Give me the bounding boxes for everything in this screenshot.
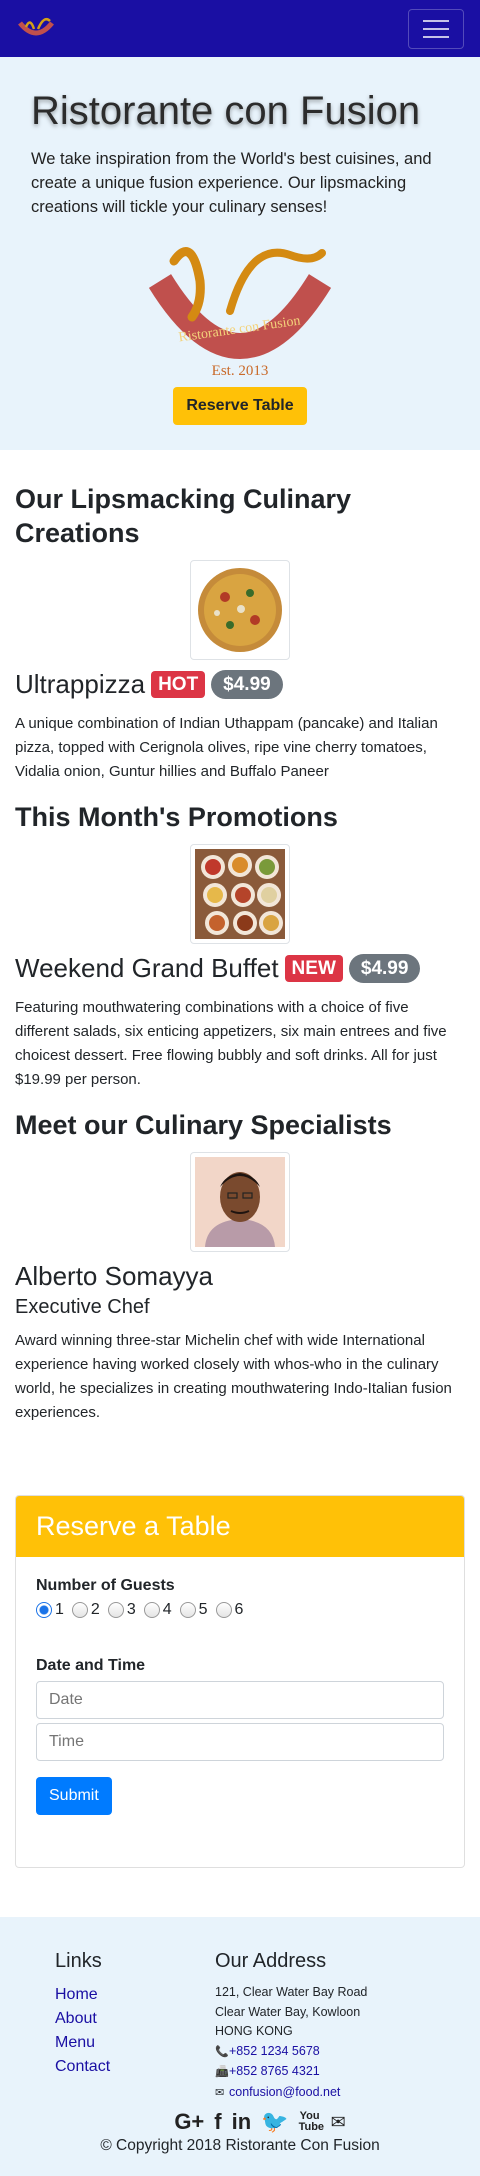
- reserve-table-button[interactable]: Reserve Table: [173, 387, 307, 425]
- hamburger-menu-icon[interactable]: [408, 8, 464, 49]
- guests-label: Number of Guests: [36, 1577, 175, 1594]
- email-link[interactable]: confusion@food.net: [229, 2085, 340, 2099]
- phone-row: 📞+852 1234 5678: [215, 2042, 465, 2063]
- dish-description: A unique combination of Indian Uthappam …: [15, 715, 438, 780]
- jumbotron: Ristorante con Fusion We take inspiratio…: [0, 57, 480, 450]
- guests-radio-group: 1 2 3 4 5 6: [36, 1601, 444, 1619]
- dish-badge: HOT: [151, 670, 206, 698]
- guests-radio-3[interactable]: 3: [107, 1601, 136, 1619]
- footer: Links Home About Menu Contact Our Addres…: [0, 1917, 480, 2176]
- radio-icon[interactable]: [143, 1602, 160, 1618]
- address-line: 121, Clear Water Bay Road: [215, 1985, 368, 1999]
- leader-photo: [190, 1152, 290, 1252]
- guests-radio-4[interactable]: 4: [143, 1601, 172, 1619]
- footer-links-title: Links: [55, 1950, 102, 1972]
- dish-section-title: Our Lipsmacking Culinary Creations: [15, 484, 352, 548]
- footer-link-home[interactable]: Home: [55, 1983, 215, 2007]
- reserve-card-header: Reserve a Table: [16, 1496, 464, 1557]
- guests-option-label: 6: [234, 1601, 244, 1618]
- mail-icon[interactable]: ✉: [331, 2112, 346, 2133]
- guests-option-label: 4: [162, 1601, 172, 1618]
- footer-link-list: Home About Menu Contact: [55, 1983, 215, 2079]
- radio-icon[interactable]: [71, 1602, 88, 1618]
- reserve-card-title: Reserve a Table: [36, 1511, 231, 1541]
- footer-link-menu[interactable]: Menu: [55, 2031, 215, 2055]
- footer-columns: Links Home About Menu Contact Our Addres…: [0, 1949, 480, 2103]
- linkedin-icon[interactable]: in: [232, 2109, 252, 2135]
- promo-heading: Weekend Grand Buffet NEW $4.99: [15, 952, 465, 984]
- radio-icon[interactable]: [107, 1602, 124, 1618]
- envelope-icon: ✉: [215, 2086, 225, 2099]
- navbar: [0, 0, 480, 57]
- guests-radio-1[interactable]: 1: [36, 1601, 64, 1619]
- phone-icon: 📞: [215, 2045, 229, 2058]
- promo-section-title: This Month's Promotions: [15, 802, 338, 832]
- datetime-label: Date and Time: [36, 1657, 146, 1674]
- guests-radio-5[interactable]: 5: [179, 1601, 208, 1619]
- restaurant-logo-icon[interactable]: [16, 13, 56, 45]
- dish-image: [190, 560, 290, 660]
- reserve-card: Reserve a Table Number of Guests 1 2 3 4…: [15, 1495, 465, 1868]
- hero-logo-est: Est. 2013: [212, 363, 269, 379]
- footer-links: Links Home About Menu Contact: [55, 1949, 215, 2103]
- reserve-form: Number of Guests 1 2 3 4 5 6 Date and Ti…: [16, 1557, 464, 1835]
- address-line: Clear Water Bay, Kowloon: [215, 2004, 361, 2019]
- google-plus-icon[interactable]: G+: [174, 2109, 204, 2135]
- footer-link-about[interactable]: About: [55, 2007, 215, 2031]
- dish-heading: Ultrappizza HOT $4.99: [15, 668, 465, 700]
- email-row: ✉ confusion@food.net: [215, 2083, 465, 2104]
- date-input[interactable]: [36, 1681, 444, 1719]
- jumbotron-text: We take inspiration from the World's bes…: [31, 150, 432, 216]
- youtube-icon[interactable]: You Tube: [299, 2111, 324, 2133]
- fax-icon: 📠: [215, 2066, 229, 2078]
- main-content: Our Lipsmacking Culinary Creations Ultra…: [0, 450, 480, 1425]
- copyright: © Copyright 2018 Ristorante Con Fusion: [100, 2137, 380, 2154]
- guests-option-label: 2: [90, 1601, 100, 1618]
- radio-icon[interactable]: [179, 1602, 196, 1618]
- radio-icon[interactable]: [215, 1602, 232, 1618]
- twitter-icon[interactable]: 🐦: [261, 2109, 288, 2135]
- guests-radio-2[interactable]: 2: [71, 1601, 100, 1619]
- guests-option-label: 5: [198, 1601, 208, 1618]
- leader-section-title: Meet our Culinary Specialists: [15, 1110, 392, 1140]
- promo-description: Featuring mouthwatering combinations wit…: [15, 999, 447, 1088]
- promo-image: [190, 844, 290, 944]
- fax-row: 📠+852 8765 4321: [215, 2062, 465, 2083]
- promo-name: Weekend Grand Buffet: [15, 953, 279, 983]
- footer-address-title: Our Address: [215, 1950, 327, 1972]
- time-input[interactable]: [36, 1723, 444, 1761]
- radio-selected-icon[interactable]: [36, 1602, 52, 1618]
- address-block: 121, Clear Water Bay Road Clear Water Ba…: [215, 1983, 465, 2103]
- dish-price: $4.99: [211, 669, 283, 699]
- guests-option-label: 3: [126, 1601, 136, 1618]
- dish-name: Ultrappizza: [15, 669, 146, 699]
- footer-link-contact[interactable]: Contact: [55, 2055, 215, 2079]
- promo-badge: NEW: [284, 954, 343, 982]
- social-icons: G+ f in 🐦 You Tube ✉: [40, 2109, 480, 2135]
- leader-title: Executive Chef: [15, 1296, 150, 1318]
- leader-name: Alberto Somayya: [15, 1261, 213, 1291]
- hero-logo: Ristorante con Fusion Est. 2013: [148, 247, 332, 379]
- jumbotron-title: Ristorante con Fusion: [31, 89, 421, 133]
- promo-price: $4.99: [348, 953, 421, 983]
- leader-description: Award winning three-star Michelin chef w…: [15, 1332, 452, 1421]
- fax-link[interactable]: +852 8765 4321: [229, 2064, 320, 2078]
- guests-radio-6[interactable]: 6: [215, 1601, 244, 1619]
- phone-link[interactable]: +852 1234 5678: [229, 2044, 320, 2058]
- address-line: HONG KONG: [215, 2024, 293, 2038]
- footer-address: Our Address 121, Clear Water Bay Road Cl…: [215, 1949, 465, 2103]
- submit-button[interactable]: Submit: [36, 1777, 112, 1815]
- guests-option-label: 1: [55, 1601, 64, 1618]
- facebook-icon[interactable]: f: [214, 2109, 221, 2135]
